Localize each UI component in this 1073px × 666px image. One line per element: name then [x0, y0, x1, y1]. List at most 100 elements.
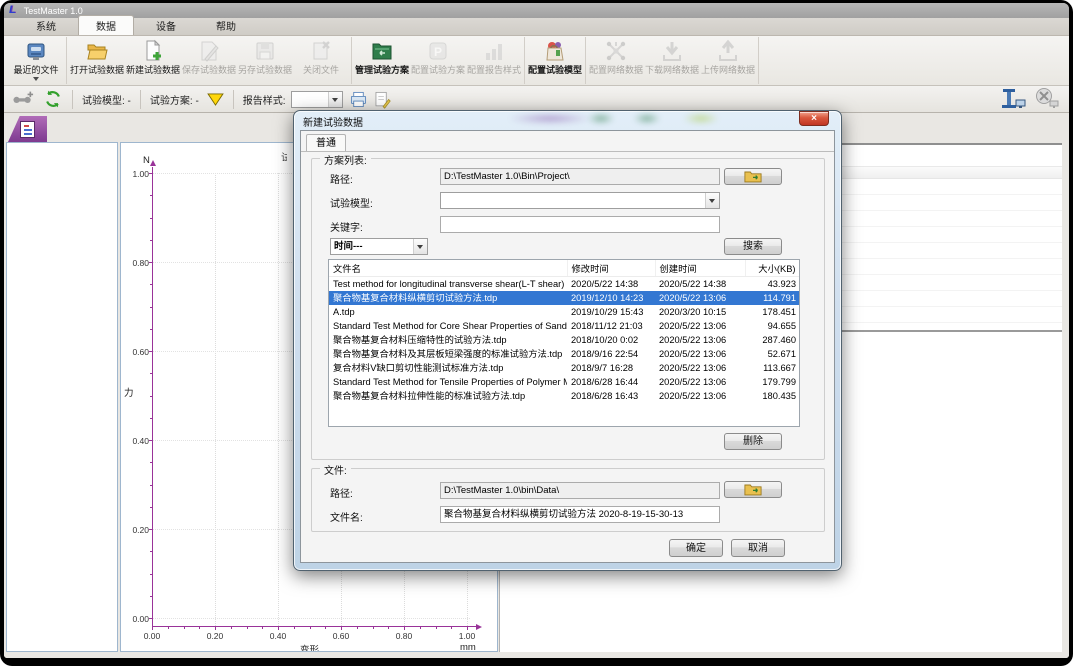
configure-test-model-button[interactable]: 配置试验模型	[527, 37, 583, 84]
dialog-close-button[interactable]: ×	[799, 111, 829, 126]
y-tick-label: 0.60	[122, 347, 149, 357]
test-model-combo[interactable]	[440, 192, 720, 209]
recent-files-button[interactable]: 最近的文件	[8, 37, 64, 84]
refresh-icon[interactable]	[43, 89, 63, 109]
configure-test-plan-button: P配置试验方案	[410, 37, 466, 84]
x-tick-label: 0.00	[137, 631, 167, 641]
x-minor-tick	[168, 627, 169, 629]
x-minor-tick	[184, 627, 185, 629]
new-test-data-button[interactable]: 新建试验数据	[125, 37, 181, 84]
y-minor-tick	[150, 574, 152, 575]
file-path-field[interactable]: D:\TestMaster 1.0\bin\Data\	[440, 482, 720, 499]
x-tick	[215, 627, 216, 630]
tab-divider	[301, 151, 834, 152]
configure-report-style-button: 配置报告样式	[466, 37, 522, 84]
dialog-body: 普通 方案列表: 路径: D:\TestMaster 1.0\Bin\Proje…	[300, 130, 835, 563]
file-name-cell: 聚合物基复合材料及其层板短梁强度的标准试验方法.tdp	[329, 347, 567, 361]
ok-button[interactable]: 确定	[669, 539, 723, 557]
test-model-status: 试验模型: -	[82, 92, 131, 107]
menu-tab-device[interactable]: 设备	[138, 16, 194, 35]
y-tick	[149, 262, 152, 263]
search-button[interactable]: 搜索	[724, 238, 782, 255]
browse-plan-path-button[interactable]	[724, 168, 782, 185]
ribbon-button-label: 上传网络数据	[701, 65, 755, 75]
menu-tab-system[interactable]: 系统	[18, 16, 74, 35]
x-tick-label: 0.60	[326, 631, 356, 641]
tab-general[interactable]: 普通	[306, 134, 346, 152]
delete-button[interactable]: 删除	[724, 433, 782, 450]
file-row[interactable]: Test method for longitudinal transverse …	[329, 276, 800, 291]
open-test-data-button[interactable]: 打开试验数据	[69, 37, 125, 84]
ribbon-button-label: 管理试验方案	[355, 65, 409, 75]
column-header[interactable]: 文件名	[329, 260, 567, 276]
machine-online-icon[interactable]	[999, 87, 1027, 111]
manage-test-plan-button[interactable]: 管理试验方案	[354, 37, 410, 84]
print-icon[interactable]	[349, 90, 368, 109]
ribbon-button-label: 下载网络数据	[645, 65, 699, 75]
x-tick-label: 0.20	[200, 631, 230, 641]
recent-files-icon	[24, 39, 48, 63]
filter-funnel-icon[interactable]	[207, 93, 224, 106]
size-cell: 179.799	[745, 375, 800, 389]
modified-time-cell: 2018/6/28 16:44	[567, 375, 655, 389]
x-tick	[152, 627, 153, 630]
ribbon-button-label: 打开试验数据	[70, 65, 124, 75]
document-tab[interactable]	[8, 116, 47, 142]
chevron-down-icon	[33, 77, 39, 81]
model-bag-icon	[543, 39, 567, 63]
size-cell: 178.451	[745, 305, 800, 319]
file-name-cell: 聚合物基复合材料拉伸性能的标准试验方法.tdp	[329, 389, 567, 403]
close-file-button: 关闭文件	[293, 37, 349, 84]
x-tick-label: 1.00	[452, 631, 482, 641]
y-axis-arrow	[150, 160, 156, 166]
specimen-add-icon[interactable]	[12, 88, 34, 110]
file-row[interactable]: A.tdp2019/10/29 15:432020/3/20 10:15178.…	[329, 305, 800, 319]
file-row[interactable]: Standard Test Method for Tensile Propert…	[329, 375, 800, 389]
x-tick	[467, 627, 468, 630]
column-header[interactable]: 大小(KB)	[745, 260, 800, 276]
ribbon-button-label: 关闭文件	[303, 65, 339, 75]
file-group-label: 文件:	[320, 462, 351, 477]
file-row[interactable]: 复合材料V缺口剪切性能测试标准方法.tdp2018/9/7 16:282020/…	[329, 361, 800, 375]
save-test-data-button: 保存试验数据	[181, 37, 237, 84]
keyword-input[interactable]	[440, 216, 720, 233]
dialog-title-bar[interactable]: 新建试验数据 ×	[300, 111, 835, 130]
file-name-cell: 聚合物基复合材料压缩特性的试验方法.tdp	[329, 333, 567, 347]
folder-small-icon	[744, 170, 762, 183]
file-name-cell: Standard Test Method for Tensile Propert…	[329, 375, 567, 389]
menu-tab-help[interactable]: 帮助	[198, 16, 254, 35]
browse-file-path-button[interactable]	[724, 481, 782, 498]
file-row[interactable]: 聚合物基复合材料及其层板短梁强度的标准试验方法.tdp2018/9/16 22:…	[329, 347, 800, 361]
glass-reflection	[588, 113, 614, 124]
report-check-icon[interactable]	[372, 90, 391, 109]
y-axis-unit: N	[143, 155, 150, 166]
file-row[interactable]: Standard Test Method for Core Shear Prop…	[329, 319, 800, 333]
column-header[interactable]: 创建时间	[655, 260, 745, 276]
file-row[interactable]: 聚合物基复合材料压缩特性的试验方法.tdp2018/10/20 0:022020…	[329, 333, 800, 347]
save-as-test-data-button: 另存试验数据	[237, 37, 293, 84]
plan-path-field[interactable]: D:\TestMaster 1.0\Bin\Project\	[440, 168, 720, 185]
x-minor-tick	[436, 627, 437, 629]
file-row[interactable]: 聚合物基复合材料纵横剪切试验方法.tdp2019/12/10 14:232020…	[329, 291, 800, 305]
created-time-cell: 2020/5/22 13:06	[655, 291, 745, 305]
filename-label: 文件名:	[330, 509, 363, 524]
ribbon-group: 打开试验数据新建试验数据保存试验数据另存试验数据关闭文件	[67, 37, 352, 84]
y-minor-tick	[150, 329, 152, 330]
cancel-button[interactable]: 取消	[731, 539, 785, 557]
y-minor-tick	[150, 218, 152, 219]
filename-input[interactable]: 聚合物基复合材料纵横剪切试验方法 2020-8-19-15-30-13	[440, 506, 720, 523]
file-row[interactable]: 聚合物基复合材料拉伸性能的标准试验方法.tdp2018/6/28 16:4320…	[329, 389, 800, 403]
x-tick	[278, 627, 279, 630]
save-as-icon	[253, 39, 277, 63]
app-frame: L TestMaster 1.0 系统数据设备帮助 最近的文件打开试验数据新建试…	[4, 3, 1069, 658]
file-name-cell: A.tdp	[329, 305, 567, 319]
menu-tab-data[interactable]: 数据	[78, 15, 134, 35]
dialog-title: 新建试验数据	[303, 114, 363, 129]
time-filter-combo[interactable]: 时间---	[330, 238, 428, 255]
modified-time-cell: 2018/9/16 22:54	[567, 347, 655, 361]
report-style-combo[interactable]	[291, 91, 343, 108]
report-style-label: 报告样式:	[243, 92, 286, 107]
machine-offline-icon[interactable]	[1033, 87, 1061, 111]
column-header[interactable]: 修改时间	[567, 260, 655, 276]
modified-time-cell: 2018/9/7 16:28	[567, 361, 655, 375]
